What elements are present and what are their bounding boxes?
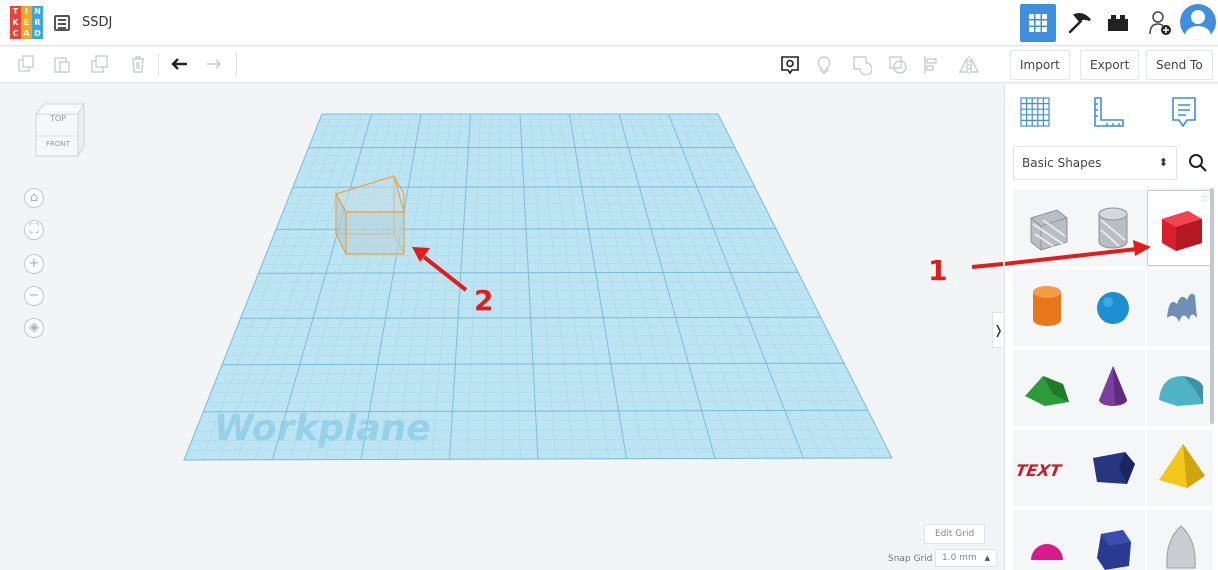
circuits-view-icon[interactable]: [1062, 4, 1098, 42]
logo-letter: T: [10, 6, 21, 17]
shape-tile-cylinder[interactable]: [1013, 270, 1079, 346]
shape-tile-scribble[interactable]: [1147, 270, 1213, 346]
shape-tile-pyramid[interactable]: [1147, 430, 1213, 506]
top-bar: TINKERCAD SSDJ: [0, 0, 1218, 46]
shape-tile-paraboloid[interactable]: [1147, 510, 1213, 570]
import-button[interactable]: Import: [1010, 50, 1070, 80]
snap-grid-select[interactable]: 1.0 mm ▲: [935, 549, 997, 567]
shape-tile-polygon[interactable]: [1079, 510, 1145, 570]
cone-shape-icon: [1099, 366, 1127, 406]
scribble-shape-icon: [1167, 293, 1197, 322]
favorite-star-icon[interactable]: ☆: [1199, 191, 1210, 205]
logo-letter: I: [21, 6, 32, 17]
workplane-label: Workplane: [214, 408, 431, 449]
3d-design-view-icon[interactable]: [1020, 4, 1056, 42]
fit-view-icon[interactable]: ⛶: [24, 220, 44, 240]
duplicate-icon[interactable]: [90, 55, 110, 75]
align-icon[interactable]: [922, 55, 942, 75]
shape-tile-box[interactable]: ☆: [1147, 190, 1213, 266]
home-view-icon[interactable]: ⌂: [24, 188, 44, 208]
shape-tile-sphere[interactable]: [1079, 270, 1145, 346]
shape-category-value: Basic Shapes: [1022, 156, 1102, 170]
sphere-shape-icon: [1097, 292, 1129, 324]
shape-tile-box-hole[interactable]: [1013, 190, 1079, 266]
annotation-label-2: 2: [474, 284, 493, 317]
annotation-label-1: 1: [928, 254, 947, 287]
workplane-tab-icon[interactable]: [1017, 94, 1057, 134]
view-cube-top-label[interactable]: TOP: [38, 114, 78, 123]
logo-letter: N: [32, 6, 43, 17]
cylinder-shape-icon: [1033, 286, 1061, 326]
delete-icon[interactable]: [128, 55, 148, 75]
paste-icon[interactable]: [52, 55, 72, 75]
view-cube[interactable]: TOP FRONT: [34, 102, 85, 158]
edit-toolbar: Import Export Send To: [0, 47, 1218, 83]
add-user-icon[interactable]: [1142, 4, 1178, 42]
cylinder-hole-shape-icon: [1098, 207, 1128, 249]
logo-letter: D: [32, 28, 43, 39]
logo-letter: R: [32, 17, 43, 28]
workplane-svg: Workplane 2 1: [183, 113, 1003, 461]
search-icon[interactable]: [1181, 146, 1215, 180]
redo-icon[interactable]: [204, 55, 224, 75]
notes-tab-icon[interactable]: [1165, 94, 1205, 134]
shape-tile-roof[interactable]: [1013, 350, 1079, 426]
annotation-arrow-1-tail: [971, 262, 1003, 269]
snap-grid-value: 1.0 mm: [942, 553, 977, 563]
shape-tile-wedge[interactable]: [1079, 430, 1145, 506]
logo-letter: C: [10, 28, 21, 39]
text-shape-icon: TEXT: [1014, 461, 1064, 480]
shape-tile-round-roof[interactable]: [1147, 350, 1213, 426]
chevron-up-icon: ▲: [984, 554, 990, 562]
polygon-shape-icon: [1097, 530, 1131, 570]
group-icon[interactable]: [852, 55, 873, 76]
tinkercad-app: TINKERCAD SSDJ Import Export Send To Wor…: [0, 0, 1218, 570]
panel-scrollbar[interactable]: [1210, 188, 1214, 424]
design-title[interactable]: SSDJ: [82, 15, 112, 30]
design-list-icon[interactable]: [54, 15, 70, 31]
notes-icon[interactable]: [780, 55, 800, 75]
shape-category-select[interactable]: Basic Shapes ⬍: [1013, 146, 1177, 180]
workplane-canvas[interactable]: Workplane 2 1 TOP FRONT ⌂ ⛶ + − ◈ Edit G…: [0, 84, 1003, 570]
wedge-shape-icon: [1093, 452, 1135, 484]
svg-text:TEXT: TEXT: [1014, 461, 1064, 480]
profile-avatar-icon[interactable]: [1180, 4, 1216, 40]
tinkercad-logo[interactable]: TINKERCAD: [10, 6, 44, 40]
half-sphere-shape-icon: [1031, 544, 1063, 560]
paraboloid-shape-icon: [1166, 525, 1196, 569]
perspective-icon[interactable]: ◈: [24, 318, 44, 338]
pyramid-shape-icon: [1159, 444, 1205, 488]
shape-tile-half-sphere[interactable]: [1013, 510, 1079, 570]
send-to-button[interactable]: Send To: [1146, 50, 1213, 80]
logo-letter: A: [21, 28, 32, 39]
view-cube-front-label[interactable]: FRONT: [38, 140, 78, 148]
export-button[interactable]: Export: [1080, 50, 1140, 80]
shape-tile-cone[interactable]: [1079, 350, 1145, 426]
light-bulb-icon[interactable]: [814, 55, 834, 75]
toolbar-divider: [158, 53, 159, 77]
snap-grid-label: Snap Grid: [888, 554, 933, 564]
ungroup-icon[interactable]: [888, 55, 908, 75]
logo-letter: K: [10, 17, 21, 28]
ruler-tab-icon[interactable]: [1089, 94, 1129, 134]
undo-icon[interactable]: [170, 55, 190, 75]
shape-tile-cylinder-hole[interactable]: [1079, 190, 1145, 266]
select-arrows-icon: ⬍: [1158, 156, 1168, 169]
mirror-icon[interactable]: [958, 55, 980, 75]
box-hole-shape-icon: [1030, 209, 1068, 251]
toolbar-divider: [236, 53, 237, 77]
logo-letter: E: [21, 17, 32, 28]
zoom-out-icon[interactable]: −: [24, 286, 44, 306]
roof-shape-icon: [1025, 376, 1069, 406]
copy-icon[interactable]: [16, 55, 36, 75]
round-roof-shape-icon: [1159, 376, 1203, 406]
blocks-view-icon[interactable]: [1100, 4, 1136, 42]
zoom-in-icon[interactable]: +: [24, 254, 44, 274]
collapse-panel-button[interactable]: ❭: [992, 312, 1003, 348]
shapes-panel: Basic Shapes ⬍ ☆ TEXT: [1004, 84, 1218, 570]
shape-tile-text[interactable]: TEXT: [1013, 430, 1079, 506]
edit-grid-button[interactable]: Edit Grid: [924, 524, 986, 544]
